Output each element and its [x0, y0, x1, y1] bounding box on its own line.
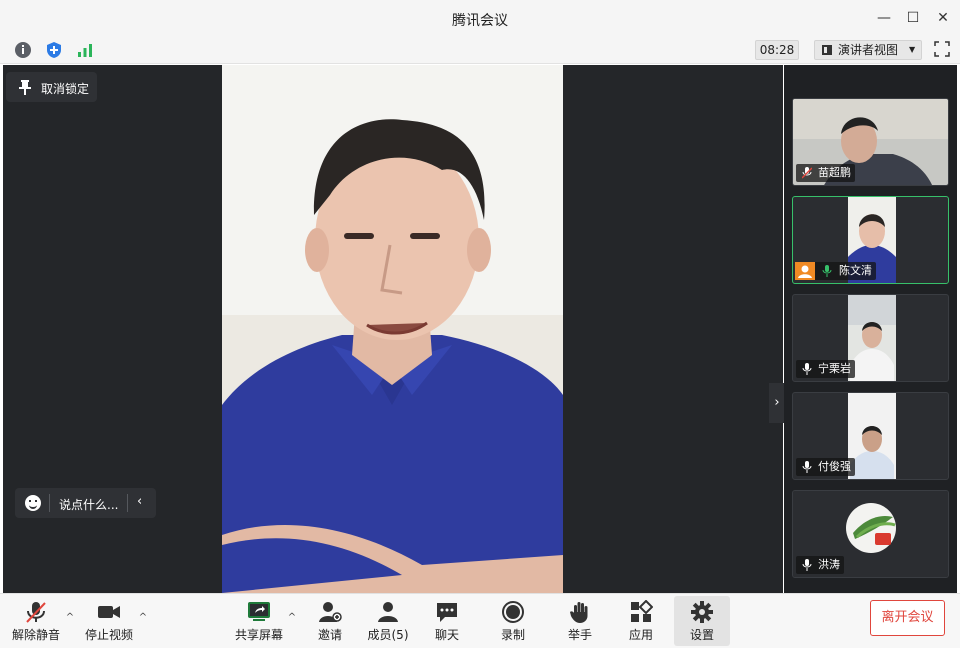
chevron-up-icon[interactable]: ^ [65, 612, 75, 623]
info-icon[interactable] [13, 40, 33, 60]
title-bar: 腾讯会议 — ☐ ✕ [0, 0, 960, 36]
host-badge [795, 262, 815, 280]
mic-icon [802, 559, 812, 571]
share-screen-icon [248, 602, 270, 621]
close-button[interactable]: ✕ [933, 8, 953, 28]
shield-icon[interactable] [44, 40, 64, 60]
settings-button[interactable]: 设置 [674, 596, 730, 646]
chevron-up-icon[interactable]: ^ [138, 612, 148, 623]
chat-input[interactable]: 说点什么... ‹ [15, 488, 156, 518]
participant-name-tag: 洪涛 [796, 556, 844, 574]
divider [127, 494, 128, 512]
share-screen-button[interactable]: 共享屏幕 [231, 596, 287, 646]
unlock-button[interactable]: 取消锁定 [6, 72, 97, 102]
meeting-window: 腾讯会议 — ☐ ✕ 08:28 演讲者视图 ▼ 取消锁定 说点什么... ‹ … [0, 0, 960, 648]
participant-video [848, 393, 896, 479]
maximize-button[interactable]: ☐ [903, 8, 923, 28]
window-title: 腾讯会议 [452, 13, 508, 29]
mic-muted-icon [802, 167, 812, 179]
apps-icon [631, 600, 653, 622]
unlock-label: 取消锁定 [41, 82, 90, 96]
participant-name: 苗超鹏 [818, 166, 851, 179]
view-label: 演讲者视图 [838, 43, 899, 57]
chat-placeholder: 说点什么... [59, 498, 119, 512]
speaker-video [222, 65, 563, 593]
participant-name-tag: 宁栗岩 [796, 360, 855, 378]
chat-label: 聊天 [434, 628, 459, 642]
participant-tile[interactable]: 苗超鹏 [792, 98, 949, 186]
record-label: 录制 [500, 628, 525, 642]
mic-icon [802, 461, 812, 473]
divider [49, 494, 50, 512]
unmute-button[interactable]: 解除静音 [8, 596, 64, 646]
participant-name-tag: 苗超鹏 [796, 164, 855, 182]
minimize-button[interactable]: — [874, 8, 894, 28]
user-icon [798, 265, 812, 278]
record-icon [502, 601, 524, 623]
members-icon [378, 602, 398, 622]
participant-name: 洪涛 [818, 558, 840, 571]
meeting-timer: 08:28 [755, 40, 799, 60]
stop-video-button[interactable]: 停止视频 [81, 596, 137, 646]
emoji-icon[interactable] [25, 495, 41, 511]
participant-name-tag: 陈文清 [795, 262, 876, 280]
hand-icon [570, 602, 588, 623]
signal-icon[interactable] [75, 40, 95, 60]
participant-name: 宁栗岩 [818, 362, 851, 375]
mic-icon [802, 363, 812, 375]
camera-icon [98, 606, 120, 618]
participant-video [848, 295, 896, 381]
participant-tile[interactable]: 宁栗岩 [792, 294, 949, 382]
settings-label: 设置 [689, 628, 714, 642]
fullscreen-icon[interactable] [934, 41, 950, 57]
top-toolbar: 08:28 演讲者视图 ▼ [0, 36, 960, 64]
chevron-down-icon: ▼ [909, 45, 916, 54]
participant-name: 付俊强 [818, 460, 851, 473]
participant-panel: 苗超鹏 陈文清 宁栗岩 付俊强 洪涛 [784, 65, 957, 593]
view-selector[interactable]: 演讲者视图 ▼ [814, 40, 922, 60]
participant-name: 陈文清 [839, 264, 872, 277]
add-user-icon [319, 602, 342, 622]
layout-icon [822, 45, 832, 55]
participant-tile[interactable]: 付俊强 [792, 392, 949, 480]
participant-tile[interactable]: 陈文清 [792, 196, 949, 284]
apps-button[interactable]: 应用 [613, 596, 669, 646]
chevron-up-icon[interactable]: ^ [287, 612, 297, 623]
unmute-label: 解除静音 [11, 628, 60, 642]
record-button[interactable]: 录制 [485, 596, 541, 646]
mic-icon [822, 265, 832, 277]
leave-meeting-button[interactable]: 离开会议 [870, 600, 945, 636]
participant-tile[interactable]: 洪涛 [792, 490, 949, 578]
members-button[interactable]: 成员(5) [360, 596, 416, 646]
gear-icon [691, 601, 713, 623]
chat-button[interactable]: 聊天 [419, 596, 475, 646]
pin-icon [19, 80, 31, 95]
mic-muted-icon [26, 602, 46, 623]
share-screen-label: 共享屏幕 [234, 628, 283, 642]
main-stage: 取消锁定 说点什么... ‹ › [3, 65, 785, 593]
speaker-portrait [222, 65, 563, 593]
chevron-left-icon[interactable]: ‹ [137, 494, 142, 509]
stop-video-label: 停止视频 [84, 628, 133, 642]
meeting-controls: 解除静音 ^ 停止视频 ^ 共享屏幕 ^ 邀请 成员(5) 聊天 录制 举手 应… [0, 593, 960, 648]
participant-name-tag: 付俊强 [796, 458, 855, 476]
panel-toggle-button[interactable]: › [769, 383, 785, 423]
raise-hand-button[interactable]: 举手 [552, 596, 608, 646]
chat-icon [437, 603, 457, 622]
